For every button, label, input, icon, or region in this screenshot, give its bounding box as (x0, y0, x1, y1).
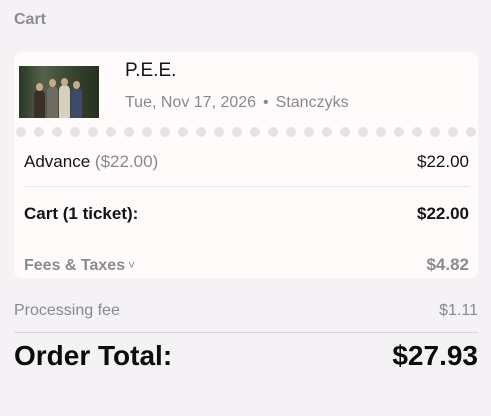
advance-amount: $22.00 (417, 152, 469, 171)
processing-fee-label: Processing fee (14, 302, 120, 319)
cart-heading: Cart (14, 11, 47, 28)
processing-fee-row: Processing fee $1.11 (14, 302, 478, 320)
fees-toggle[interactable]: Fees & Taxes ˅ (24, 257, 135, 275)
ticket-perforation (14, 127, 478, 137)
event-title: P.E.E. (125, 60, 177, 81)
cart-subtotal-amount: $22.00 (417, 204, 469, 223)
fees-taxes-row[interactable]: Fees & Taxes ˅ $4.82 (24, 255, 469, 275)
ticket-card: P.E.E. Tue, Nov 17, 2026 • Stanczyks Advan… (14, 52, 478, 278)
event-venue: Stanczyks (275, 94, 349, 111)
advance-ticket-row: Advance ($22.00) $22.00 (24, 152, 469, 172)
advance-label-group: Advance ($22.00) (24, 152, 158, 172)
order-divider (14, 332, 478, 333)
event-meta: Tue, Nov 17, 2026 • Stanczyks (125, 94, 349, 112)
processing-fee-amount: $1.11 (439, 302, 478, 319)
event-date: Tue, Nov 17, 2026 (125, 94, 257, 111)
order-total-amount: $27.93 (392, 340, 478, 371)
advance-face-value: ($22.00) (94, 152, 159, 171)
meta-separator: • (263, 94, 269, 111)
order-total-row: Order Total: $27.93 (14, 340, 478, 372)
band-photo-thumbnail (19, 66, 99, 118)
chevron-down-icon[interactable]: ˅ (128, 258, 135, 272)
cart-subtotal-row: Cart (1 ticket): $22.00 (24, 204, 469, 224)
line-divider (24, 186, 469, 187)
advance-label: Advance (24, 152, 91, 171)
order-total-label: Order Total: (14, 340, 173, 371)
fees-label: Fees & Taxes (24, 257, 126, 274)
fees-amount: $4.82 (426, 255, 469, 274)
cart-subtotal-label: Cart (1 ticket): (24, 204, 139, 223)
